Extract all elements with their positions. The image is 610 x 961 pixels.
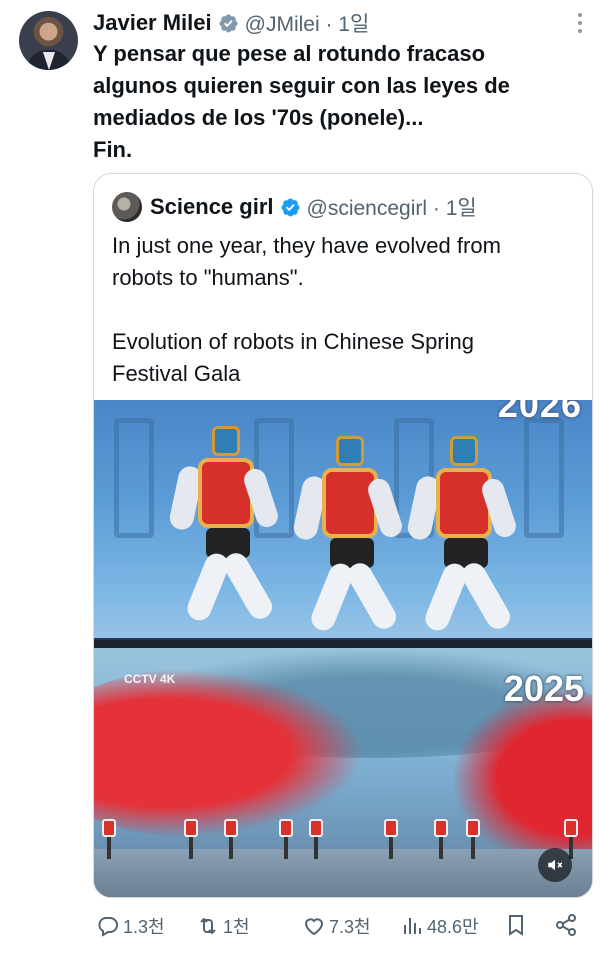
- dancer-figure: [384, 819, 398, 859]
- more-icon[interactable]: [570, 10, 590, 36]
- dancer-figure: [224, 819, 238, 859]
- reply-icon: [98, 917, 118, 937]
- quoted-avatar: [112, 192, 142, 222]
- share-button[interactable]: [554, 913, 581, 937]
- cctv-logo: CCTV 4K: [124, 672, 176, 686]
- robot-figure: [405, 432, 519, 642]
- stage-floor: [94, 849, 592, 897]
- dancer-figure: [309, 819, 323, 859]
- quoted-author-name: Science girl: [150, 194, 274, 219]
- verified-blue-icon: [281, 198, 299, 216]
- quoted-author-handle: @sciencegirl · 1일: [306, 197, 477, 220]
- quoted-text: In just one year, they have evolved from…: [112, 233, 501, 386]
- repost-button[interactable]: 1천: [196, 913, 250, 939]
- bookmark-icon: [509, 915, 523, 936]
- views-button[interactable]: 48.6만: [400, 913, 479, 939]
- dancer-figure: [434, 819, 448, 859]
- views-icon: [404, 918, 421, 934]
- author-name[interactable]: Javier Milei: [93, 10, 212, 36]
- dancer-figure: [184, 819, 198, 859]
- mute-icon[interactable]: [538, 848, 572, 882]
- views-count: 48.6만: [427, 917, 479, 937]
- dancer-figure: [466, 819, 480, 859]
- like-icon: [304, 918, 324, 936]
- post-header: Javier Milei @JMilei · 1일: [93, 8, 369, 38]
- dancer-figure: [279, 819, 293, 859]
- more-dot: [578, 21, 582, 25]
- repost-count: 1천: [223, 917, 250, 937]
- wall-pattern: [524, 418, 564, 538]
- quoted-header: Science girl @sciencegirl · 1일: [112, 192, 477, 222]
- verified-gray-icon: [219, 14, 238, 32]
- quoted-post[interactable]: Science girl @sciencegirl · 1일 In just o…: [93, 173, 593, 898]
- author-avatar[interactable]: [19, 11, 78, 70]
- more-dot: [578, 29, 582, 33]
- wall-pattern: [114, 418, 154, 538]
- speaker-muted-glyph: [548, 859, 563, 871]
- action-bar: 1.3천 1천 7.3천 48.6만: [0, 913, 610, 947]
- year-label-bottom: 2025: [503, 668, 584, 709]
- video-panel-2025: CCTV 4K 2025: [94, 648, 592, 897]
- quoted-video[interactable]: 2026 CCTV 4K 2025: [94, 400, 592, 897]
- year-label-top: 2026: [497, 400, 582, 425]
- dancer-figure: [102, 819, 116, 859]
- reply-count: 1.3천: [123, 917, 165, 937]
- like-count: 7.3천: [329, 917, 371, 937]
- video-panel-2026: 2026: [94, 400, 592, 648]
- bookmark-button[interactable]: [504, 913, 531, 937]
- reply-button[interactable]: 1.3천: [96, 913, 165, 939]
- author-handle[interactable]: @JMilei · 1일: [245, 8, 370, 38]
- robot-figure: [167, 422, 281, 632]
- post-text: Y pensar que pese al rotundo fracaso alg…: [93, 41, 510, 162]
- more-dot: [578, 13, 582, 17]
- robot-figure: [291, 432, 405, 642]
- share-icon: [556, 914, 576, 936]
- repost-icon: [200, 917, 216, 935]
- like-button[interactable]: 7.3천: [302, 913, 371, 939]
